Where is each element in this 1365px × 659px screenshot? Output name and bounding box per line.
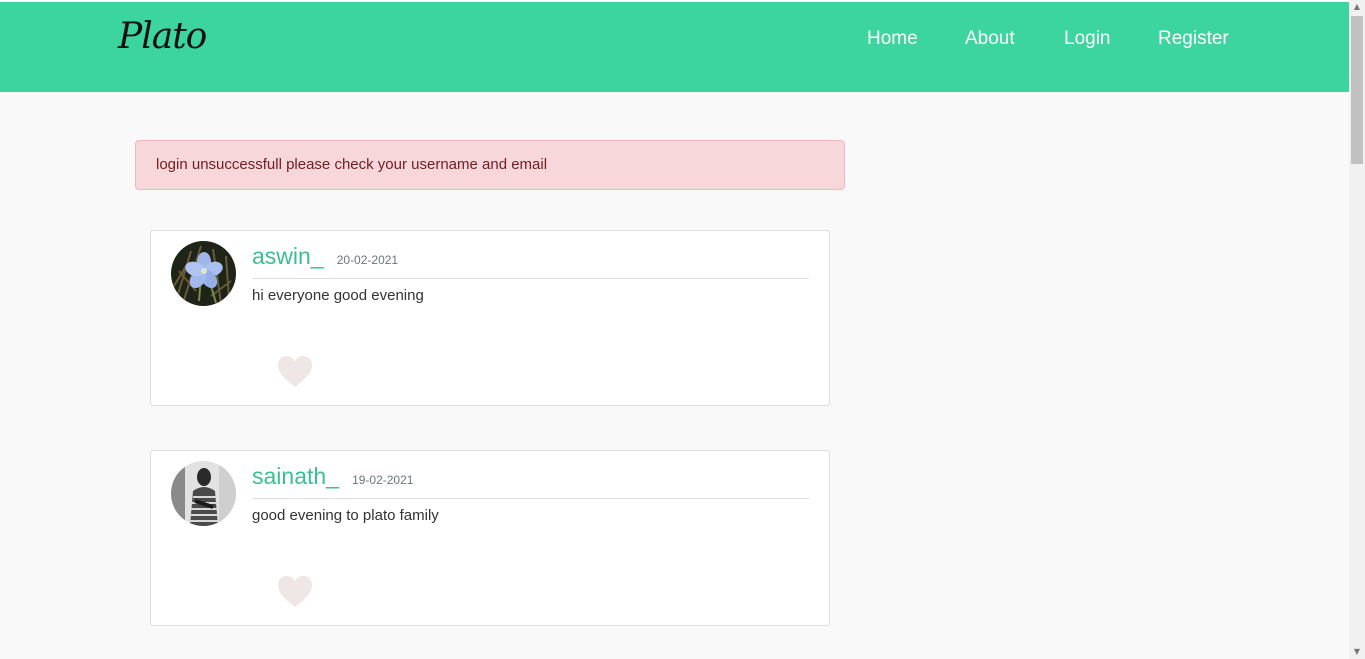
post-meta: sainath_ 19-02-2021 [252, 463, 809, 499]
user-avatar[interactable] [171, 241, 236, 306]
nav-link-login[interactable]: Login [1064, 28, 1111, 50]
heart-icon [278, 356, 312, 387]
login-error-alert: login unsuccessfull please check your us… [135, 140, 845, 190]
person-avatar-icon [171, 461, 236, 526]
post-content: hi everyone good evening [252, 287, 424, 304]
scroll-down-arrow-icon[interactable]: ▼ [1349, 645, 1365, 659]
navbar: Plato Home About Login Register [0, 2, 1349, 92]
like-button[interactable] [277, 355, 313, 389]
nav-link-home[interactable]: Home [867, 28, 918, 50]
post-card: sainath_ 19-02-2021 good evening to plat… [150, 450, 830, 626]
post-meta: aswin_ 20-02-2021 [252, 243, 809, 279]
vertical-scrollbar[interactable]: ▲ ▼ [1349, 0, 1365, 659]
like-button[interactable] [277, 575, 313, 609]
heart-icon [278, 576, 312, 607]
post-content: good evening to plato family [252, 507, 439, 524]
post-date: 20-02-2021 [336, 253, 399, 267]
post-card: aswin_ 20-02-2021 hi everyone good eveni… [150, 230, 830, 406]
nav-link-about[interactable]: About [965, 28, 1015, 50]
flower-avatar-icon [171, 241, 236, 306]
post-date: 19-02-2021 [352, 473, 414, 487]
scroll-up-arrow-icon[interactable]: ▲ [1349, 0, 1365, 14]
post-author-link[interactable]: aswin_ [252, 243, 324, 269]
post-author-link[interactable]: sainath_ [252, 463, 339, 489]
nav-link-register[interactable]: Register [1158, 28, 1229, 50]
brand-logo[interactable]: Plato [118, 16, 207, 57]
scrollbar-thumb[interactable] [1351, 16, 1363, 164]
user-avatar[interactable] [171, 461, 236, 526]
